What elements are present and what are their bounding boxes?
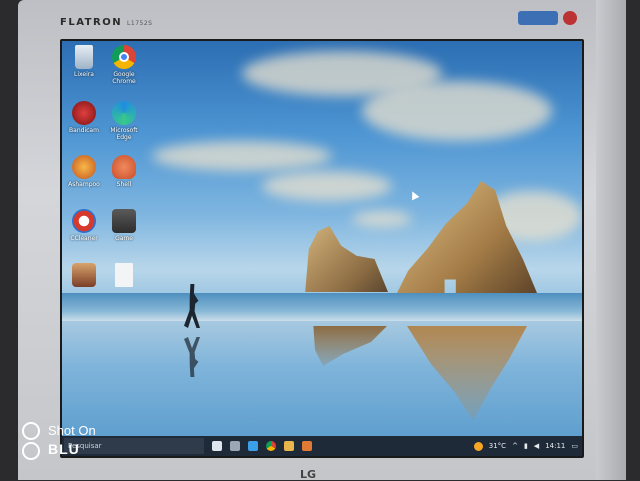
desktop-icon-shell[interactable]: Shell bbox=[102, 153, 146, 203]
system-tray: 31°C ^ ▮ ◀ 14:11 ▭ bbox=[473, 441, 582, 451]
taskbar-app-icon[interactable] bbox=[302, 441, 312, 451]
task-view-icon[interactable] bbox=[212, 441, 222, 451]
mouse-pointer-icon bbox=[408, 189, 420, 201]
desktop-icon-label: Microsoft Edge bbox=[110, 127, 138, 141]
desktop-screen: Lixeira Google Chrome Bandicam Microsoft… bbox=[60, 39, 584, 458]
shutter-icon bbox=[22, 442, 40, 460]
desktop-icon-label: CCleaner bbox=[70, 235, 98, 242]
file-icon bbox=[115, 263, 133, 287]
desktop-icon-ccleaner[interactable]: CCleaner bbox=[62, 207, 106, 257]
photo-icon bbox=[72, 263, 96, 287]
maker-logo: LG bbox=[300, 468, 317, 481]
monitor-brand: FLATRON L1752S bbox=[60, 17, 152, 28]
cloud bbox=[362, 81, 552, 141]
network-icon[interactable]: ▮ bbox=[524, 442, 528, 450]
brand-name: FLATRON bbox=[60, 17, 123, 28]
desktop-icon-photo[interactable] bbox=[62, 261, 106, 311]
app-red-icon bbox=[72, 101, 96, 125]
chevron-up-icon[interactable]: ^ bbox=[512, 442, 518, 450]
shutter-icon bbox=[22, 422, 40, 440]
app-orange-icon bbox=[72, 155, 96, 179]
desktop-icon-label: Google Chrome bbox=[112, 71, 136, 85]
recycle-bin-icon bbox=[75, 45, 93, 69]
monitor-side bbox=[596, 0, 626, 480]
edge-taskbar-icon[interactable] bbox=[248, 441, 258, 451]
desktop-icon-bandicam[interactable]: Bandicam bbox=[62, 99, 106, 149]
notification-icon[interactable]: ▭ bbox=[571, 442, 578, 450]
cloud bbox=[152, 141, 332, 171]
desktop-icon-chrome[interactable]: Google Chrome bbox=[102, 43, 146, 93]
sea-rock-small bbox=[305, 226, 388, 292]
desktop-icon-label: Bandicam bbox=[69, 127, 99, 134]
desktop-icon-ashampoo[interactable]: Ashampoo bbox=[62, 153, 106, 203]
desktop-icon-file[interactable] bbox=[102, 261, 146, 311]
cloud bbox=[262, 171, 392, 201]
watermark-line1: Shot On bbox=[48, 423, 96, 438]
watermark-line2: BLU bbox=[48, 441, 80, 457]
chrome-icon bbox=[112, 45, 136, 69]
cloud bbox=[352, 211, 412, 227]
weather-icon[interactable] bbox=[473, 441, 483, 451]
temperature[interactable]: 31°C bbox=[489, 442, 506, 450]
app-icon bbox=[112, 209, 136, 233]
desktop-icon-label: Game bbox=[115, 235, 133, 242]
monitor-badge bbox=[518, 11, 558, 25]
ccleaner-icon bbox=[72, 209, 96, 233]
clock[interactable]: 14:11 bbox=[545, 442, 565, 450]
desktop-icon-label: Lixeira bbox=[74, 71, 94, 78]
desktop-icon-label: Ashampoo bbox=[68, 181, 100, 188]
volume-icon[interactable]: ◀ bbox=[534, 442, 539, 450]
desktop-icon-edge[interactable]: Microsoft Edge bbox=[102, 99, 146, 149]
edge-icon bbox=[112, 101, 136, 125]
taskbar-app-icon[interactable] bbox=[230, 441, 240, 451]
shell-icon bbox=[112, 155, 136, 179]
chrome-taskbar-icon[interactable] bbox=[266, 441, 276, 451]
desktop-icon-game[interactable]: Game bbox=[102, 207, 146, 257]
power-indicator-icon bbox=[563, 11, 577, 25]
taskbar: Pesquisar 31°C ^ ▮ ◀ 14:11 ▭ bbox=[62, 436, 582, 456]
file-explorer-icon[interactable] bbox=[284, 441, 294, 451]
camera-watermark: Shot On BLU bbox=[20, 420, 140, 460]
desktop-icon-label: Shell bbox=[116, 181, 132, 188]
brand-model: L1752S bbox=[127, 20, 153, 27]
desktop-icon-recycle-bin[interactable]: Lixeira bbox=[62, 43, 106, 93]
